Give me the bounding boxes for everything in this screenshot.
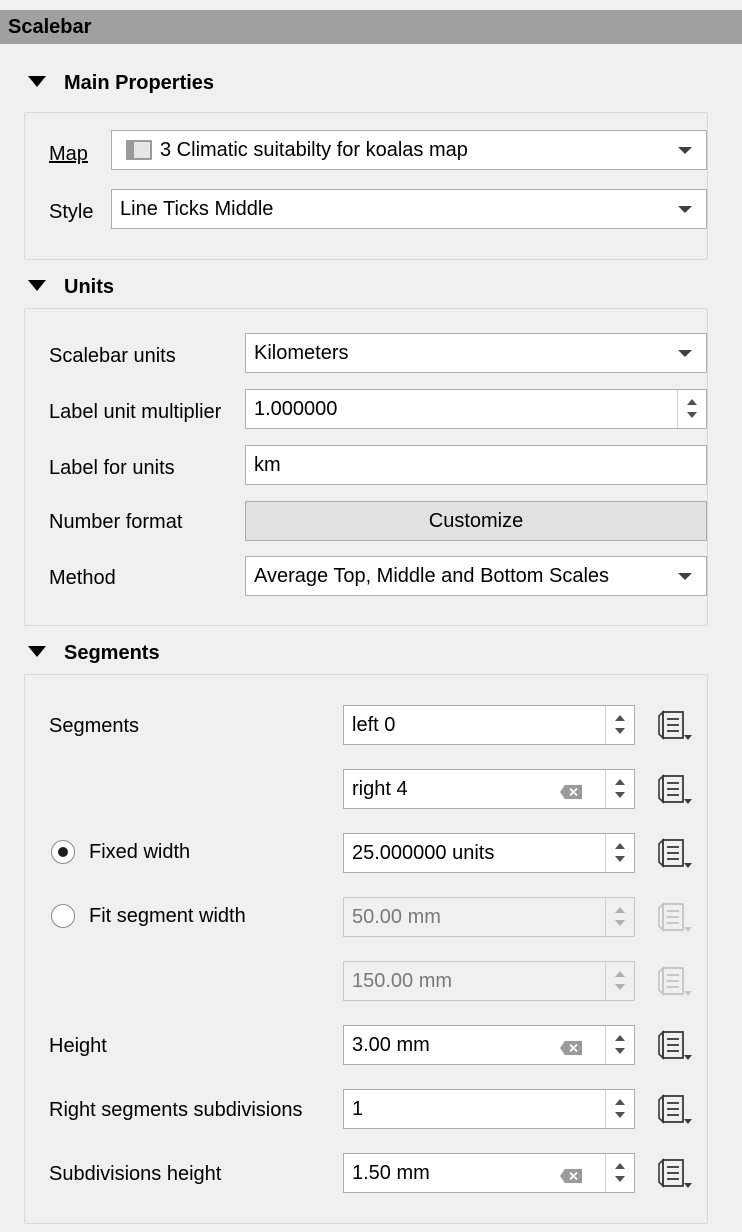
data-defined-override-icon[interactable] (653, 772, 695, 806)
spin-down-icon[interactable] (615, 920, 625, 926)
fit-max-width-spinbox[interactable]: 150.00 mm (343, 961, 635, 1001)
label-unit-multiplier-spinbox[interactable]: 1.000000 (245, 389, 707, 429)
spin-down-icon[interactable] (615, 1048, 625, 1054)
panel-title: Scalebar (8, 16, 92, 38)
spin-arrows[interactable] (677, 390, 706, 428)
collapse-triangle-icon[interactable] (28, 76, 46, 87)
data-defined-override-icon[interactable] (653, 1156, 695, 1190)
map-label: Map (49, 143, 88, 165)
spin-up-icon[interactable] (615, 1163, 625, 1169)
section-header-main-properties[interactable]: Main Properties (28, 72, 214, 95)
label-unit-multiplier-label: Label unit multiplier (49, 401, 222, 423)
group-units: Scalebar units Kilometers Label unit mul… (24, 308, 708, 626)
chevron-down-icon (678, 147, 692, 154)
chevron-down-icon (678, 573, 692, 580)
height-label: Height (49, 1035, 107, 1057)
scalebar-units-combo[interactable]: Kilometers (245, 333, 707, 373)
right-subdivisions-spinbox[interactable]: 1 (343, 1089, 635, 1129)
group-segments: Segments left 0 right 4 Fixed width 25.0… (24, 674, 708, 1224)
map-value: 3 Climatic suitabilty for koalas map (160, 139, 468, 161)
fit-min-width-spinbox[interactable]: 50.00 mm (343, 897, 635, 937)
spin-up-icon[interactable] (615, 1035, 625, 1041)
clear-field-icon[interactable] (560, 1166, 582, 1183)
method-combo[interactable]: Average Top, Middle and Bottom Scales (245, 556, 707, 596)
scalebar-units-label: Scalebar units (49, 345, 176, 367)
spin-down-icon[interactable] (615, 1112, 625, 1118)
segments-left-spinbox[interactable]: left 0 (343, 705, 635, 745)
spin-up-icon[interactable] (615, 779, 625, 785)
data-defined-override-icon[interactable] (653, 1092, 695, 1126)
clear-field-icon[interactable] (560, 1038, 582, 1055)
section-header-segments[interactable]: Segments (28, 642, 160, 665)
subdivisions-height-label: Subdivisions height (49, 1163, 222, 1185)
fixed-width-label[interactable]: Fixed width (89, 841, 190, 864)
customize-button[interactable]: Customize (245, 501, 707, 541)
style-label: Style (49, 201, 94, 223)
data-defined-override-icon[interactable] (653, 900, 695, 934)
clear-field-icon[interactable] (560, 782, 582, 799)
collapse-triangle-icon[interactable] (28, 646, 46, 657)
section-title-units: Units (64, 276, 114, 298)
number-format-label: Number format (49, 511, 183, 533)
spin-up-icon[interactable] (615, 843, 625, 849)
label-unit-multiplier-value: 1.000000 (254, 398, 338, 420)
data-defined-override-icon[interactable] (653, 836, 695, 870)
fit-segment-width-radio[interactable] (51, 904, 75, 928)
method-label: Method (49, 567, 116, 589)
subdivisions-height-spinbox[interactable]: 1.50 mm (343, 1153, 635, 1193)
data-defined-override-icon[interactable] (653, 964, 695, 998)
height-spinbox[interactable]: 3.00 mm (343, 1025, 635, 1065)
fixed-width-radio[interactable] (51, 840, 75, 864)
label-for-units-input[interactable]: km (245, 445, 707, 485)
spin-up-icon[interactable] (615, 971, 625, 977)
label-for-units-value: km (254, 454, 281, 476)
panel-title-bar: Scalebar (0, 10, 742, 44)
spin-up-icon[interactable] (615, 715, 625, 721)
scalebar-units-value: Kilometers (254, 342, 349, 364)
section-title-segments: Segments (64, 642, 160, 664)
data-defined-override-icon[interactable] (653, 708, 695, 742)
chevron-down-icon (678, 206, 692, 213)
style-value: Line Ticks Middle (120, 198, 274, 220)
radio-selected-dot (58, 847, 68, 857)
map-combo[interactable]: 3 Climatic suitabilty for koalas map (111, 130, 707, 170)
style-combo[interactable]: Line Ticks Middle (111, 189, 707, 229)
segments-right-spinbox[interactable]: right 4 (343, 769, 635, 809)
collapse-triangle-icon[interactable] (28, 280, 46, 291)
map-item-icon (126, 140, 152, 166)
spin-down-icon[interactable] (615, 1176, 625, 1182)
right-subdivisions-label: Right segments subdivisions (49, 1099, 303, 1121)
section-title-main-properties: Main Properties (64, 72, 215, 94)
spin-up-icon[interactable] (615, 1099, 625, 1105)
spin-down-icon[interactable] (615, 728, 625, 734)
spin-up-icon[interactable] (687, 399, 697, 405)
fixed-width-spinbox[interactable]: 25.000000 units (343, 833, 635, 873)
spin-down-icon[interactable] (687, 412, 697, 418)
fit-segment-width-label[interactable]: Fit segment width (89, 905, 246, 928)
section-header-units[interactable]: Units (28, 276, 114, 299)
group-main-properties: Map 3 Climatic suitabilty for koalas map… (24, 112, 708, 260)
spin-down-icon[interactable] (615, 792, 625, 798)
spin-down-icon[interactable] (615, 984, 625, 990)
method-value: Average Top, Middle and Bottom Scales (254, 565, 610, 587)
segments-label: Segments (49, 715, 140, 737)
data-defined-override-icon[interactable] (653, 1028, 695, 1062)
spin-down-icon[interactable] (615, 856, 625, 862)
label-for-units-label: Label for units (49, 457, 175, 479)
chevron-down-icon (678, 350, 692, 357)
spin-up-icon[interactable] (615, 907, 625, 913)
